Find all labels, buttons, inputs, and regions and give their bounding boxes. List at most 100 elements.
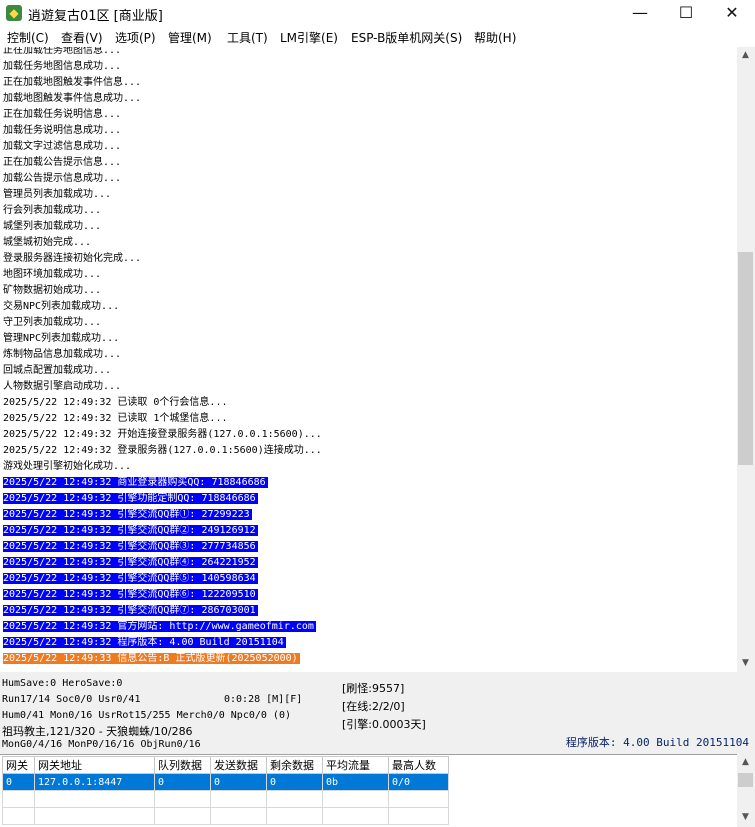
log-line[interactable]: 正在加载任务地图信息... xyxy=(0,47,324,59)
log-lines: 正在加载任务地图信息... 加载任务地图信息成功... 正在加载地图触发事件信息..… xyxy=(0,47,324,667)
log-line-text: 加载地图触发事件信息成功... xyxy=(3,93,142,104)
log-line-text: 正在加载任务地图信息... xyxy=(3,47,122,56)
maximize-button[interactable]: ☐ xyxy=(663,0,709,26)
status-online: [在线:2/2/0] xyxy=(342,700,405,713)
col-remaining[interactable]: 剩余数据 xyxy=(266,756,323,774)
log-line[interactable]: 2025/5/22 12:49:32 引擎功能定制QQ: 718846686 xyxy=(0,491,324,507)
log-line[interactable]: 人物数据引擎启动成功... xyxy=(0,379,324,395)
status-run: Run17/14 Soc0/0 Usr0/41 xyxy=(2,694,141,705)
log-line[interactable]: 2025/5/22 12:49:32 引擎交流QQ群②: 249126912 xyxy=(0,523,324,539)
log-line[interactable]: 登录服务器连接初始化完成... xyxy=(0,251,324,267)
log-line[interactable]: 2025/5/22 12:49:32 引擎交流QQ群④: 264221952 xyxy=(0,555,324,571)
menu-options[interactable]: 选项(P) xyxy=(115,29,156,46)
col-queue[interactable]: 队列数据 xyxy=(154,756,211,774)
log-line-text: 炼制物品信息加载成功... xyxy=(3,349,122,360)
log-line[interactable]: 正在加载任务说明信息... xyxy=(0,107,324,123)
close-button[interactable]: ✕ xyxy=(709,0,755,26)
log-line[interactable]: 正在加载地图触发事件信息... xyxy=(0,75,324,91)
status-save: HumSave:0 HeroSave:0 xyxy=(2,678,123,689)
log-line[interactable]: 加载任务说明信息成功... xyxy=(0,123,324,139)
log-line[interactable]: 城堡列表加载成功... xyxy=(0,219,324,235)
menu-bar: 控制(C) 查看(V) 选项(P) 管理(M) 工具(T) LM引擎(E) ES… xyxy=(0,26,755,47)
log-line[interactable]: 2025/5/22 12:49:32 引擎交流QQ群③: 277734856 xyxy=(0,539,324,555)
col-gateway[interactable]: 网关 xyxy=(2,756,35,774)
col-avg-traffic[interactable]: 平均流量 xyxy=(322,756,389,774)
log-line[interactable]: 行会列表加载成功... xyxy=(0,203,324,219)
log-line[interactable]: 2025/5/22 12:49:32 已读取 0个行会信息... xyxy=(0,395,324,411)
log-line[interactable]: 正在加载公告提示信息... xyxy=(0,155,324,171)
log-line[interactable]: 加载公告提示信息成功... xyxy=(0,171,324,187)
log-line-text: 2025/5/22 12:49:32 官方网站: http://www.game… xyxy=(3,621,316,632)
log-line-text: 2025/5/22 12:49:32 程序版本: 4.00 Build 2015… xyxy=(3,637,286,648)
menu-tools[interactable]: 工具(T) xyxy=(227,29,268,46)
log-line-text: 2025/5/22 12:49:32 引擎交流QQ群④: 264221952 xyxy=(3,557,258,568)
log-line[interactable]: 加载地图触发事件信息成功... xyxy=(0,91,324,107)
log-line[interactable]: 管理员列表加载成功... xyxy=(0,187,324,203)
log-scrollbar[interactable]: ▲ ▼ xyxy=(737,47,754,672)
menu-help[interactable]: 帮助(H) xyxy=(474,29,516,46)
log-line[interactable]: 地图环境加载成功... xyxy=(0,267,324,283)
cell-avg-traffic: 0b xyxy=(322,773,389,791)
log-line[interactable]: 加载文字过滤信息成功... xyxy=(0,139,324,155)
col-sent[interactable]: 发送数据 xyxy=(210,756,267,774)
status-mon-groups: MonG0/4/16 MonP0/16/16 ObjRun0/16 xyxy=(2,739,201,750)
log-line-text: 加载公告提示信息成功... xyxy=(3,173,122,184)
log-line[interactable]: 2025/5/22 12:49:33 信息公告:B 正式版更新(20250520… xyxy=(0,651,324,667)
log-scroll-thumb[interactable] xyxy=(738,252,753,465)
menu-control[interactable]: 控制(C) xyxy=(7,29,49,46)
status-panel: HumSave:0 HeroSave:0 Run17/14 Soc0/0 Usr… xyxy=(0,674,755,754)
log-line[interactable]: 加载任务地图信息成功... xyxy=(0,59,324,75)
log-line[interactable]: 城堡城初始完成... xyxy=(0,235,324,251)
status-timer: 0:0:28 [M][F] xyxy=(224,694,303,705)
grid-scroll-up-icon[interactable]: ▲ xyxy=(737,754,754,771)
log-line[interactable]: 回城点配置加载成功... xyxy=(0,363,324,379)
minimize-button[interactable]: — xyxy=(617,0,663,26)
col-max-players[interactable]: 最高人数 xyxy=(388,756,449,774)
status-refresh: [刷怪:9557] xyxy=(342,682,405,695)
gateway-grid[interactable]: 网关 网关地址 队列数据 发送数据 剩余数据 平均流量 最高人数 0 127.0… xyxy=(0,754,737,827)
log-line-text: 2025/5/22 12:49:32 引擎交流QQ群①: 27299223 xyxy=(3,509,252,520)
menu-view[interactable]: 查看(V) xyxy=(61,29,103,46)
log-line[interactable]: 2025/5/22 12:49:32 开始连接登录服务器(127.0.0.1:5… xyxy=(0,427,324,443)
empty-row xyxy=(2,790,449,808)
log-pane[interactable]: 正在加载任务地图信息... 加载任务地图信息成功... 正在加载地图触发事件信息..… xyxy=(0,47,737,672)
grid-scroll-thumb[interactable] xyxy=(738,773,753,787)
log-line[interactable]: 2025/5/22 12:49:32 引擎交流QQ群⑥: 122209510 xyxy=(0,587,324,603)
log-line[interactable]: 交易NPC列表加载成功... xyxy=(0,299,324,315)
log-line[interactable]: 2025/5/22 12:49:32 引擎交流QQ群⑦: 286703001 xyxy=(0,603,324,619)
log-line[interactable]: 2025/5/22 12:49:32 已读取 1个城堡信息... xyxy=(0,411,324,427)
grid-scroll-down-icon[interactable]: ▼ xyxy=(737,809,754,826)
menu-lm-engine[interactable]: LM引擎(E) xyxy=(280,29,338,46)
cell-address: 127.0.0.1:8447 xyxy=(34,773,155,791)
log-line[interactable]: 守卫列表加载成功... xyxy=(0,315,324,331)
log-line-text: 加载任务说明信息成功... xyxy=(3,125,122,136)
menu-manage[interactable]: 管理(M) xyxy=(168,29,212,46)
menu-esp-gateway[interactable]: ESP-B版单机网关(S) xyxy=(351,29,462,46)
log-line[interactable]: 管理NPC列表加载成功... xyxy=(0,331,324,347)
log-line-text: 加载任务地图信息成功... xyxy=(3,61,122,72)
log-line-text: 2025/5/22 12:49:32 引擎交流QQ群⑤: 140598634 xyxy=(3,573,258,584)
log-line[interactable]: 矿物数据初始成功... xyxy=(0,283,324,299)
log-line[interactable]: 炼制物品信息加载成功... xyxy=(0,347,324,363)
log-line[interactable]: 2025/5/22 12:49:32 程序版本: 4.00 Build 2015… xyxy=(0,635,324,651)
log-line-text: 正在加载任务说明信息... xyxy=(3,109,122,120)
log-line-text: 登录服务器连接初始化完成... xyxy=(3,253,142,264)
log-line[interactable]: 游戏处理引擎初始化成功... xyxy=(0,459,324,475)
log-line-text: 正在加载地图触发事件信息... xyxy=(3,77,142,88)
log-line[interactable]: 2025/5/22 12:49:32 商业登录器购买QQ: 718846686 xyxy=(0,475,324,491)
log-line[interactable]: 2025/5/22 12:49:32 引擎交流QQ群①: 27299223 xyxy=(0,507,324,523)
log-line-text: 2025/5/22 12:49:32 开始连接登录服务器(127.0.0.1:5… xyxy=(3,429,322,440)
cell-queue: 0 xyxy=(154,773,211,791)
grid-scrollbar[interactable]: ▲ ▼ xyxy=(737,754,754,826)
scroll-down-arrow-icon[interactable]: ▼ xyxy=(737,655,754,672)
log-line[interactable]: 2025/5/22 12:49:32 官方网站: http://www.game… xyxy=(0,619,324,635)
col-address[interactable]: 网关地址 xyxy=(34,756,155,774)
scroll-up-arrow-icon[interactable]: ▲ xyxy=(737,47,754,64)
cell-gateway: 0 xyxy=(2,773,35,791)
log-line-text: 2025/5/22 12:49:33 信息公告:B 正式版更新(20250520… xyxy=(3,653,300,664)
log-line[interactable]: 2025/5/22 12:49:32 登录服务器(127.0.0.1:5600)… xyxy=(0,443,324,459)
log-line[interactable]: 2025/5/22 12:49:32 引擎交流QQ群⑤: 140598634 xyxy=(0,571,324,587)
status-monster: 祖玛教主,121/320 - 天狼蜘蛛/10/286 xyxy=(2,725,193,738)
table-row[interactable]: 0 127.0.0.1:8447 0 0 0 0b 0/0 xyxy=(2,773,449,791)
window-title: 逍遊复古01区 [商业版] xyxy=(28,9,163,24)
